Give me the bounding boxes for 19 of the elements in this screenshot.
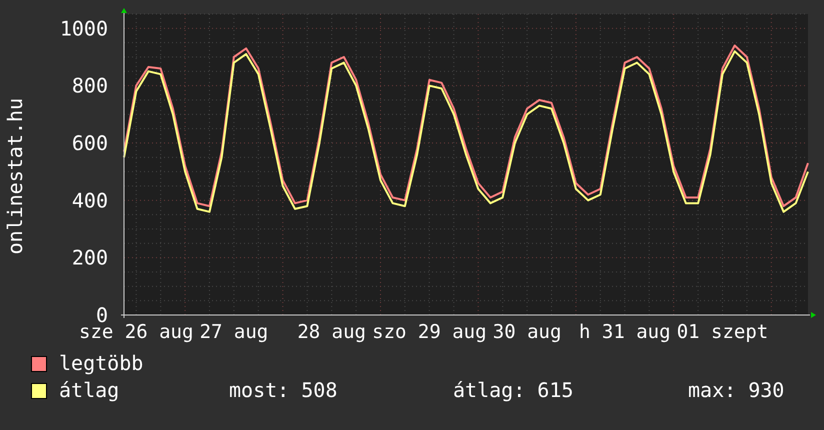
y-tick-label: 600 [72,131,108,155]
x-tick-label: szo 29 aug [372,321,487,343]
legend-swatch [31,356,47,372]
stat-value: átlag: 615 [453,379,574,402]
y-tick-label: 400 [72,188,108,212]
legend-label: legtöbb [31,352,229,375]
legend-label: átlag [31,379,229,402]
stat-value: most: 508 [229,379,338,402]
legend-swatch [31,382,47,398]
x-tick-label: 01 szept [676,321,768,343]
stat-value: max: 930 [688,379,786,402]
axis-title: onlinestat.hu [3,98,27,254]
x-tick-label: 27 aug [200,321,268,343]
y-tick-label: 1000 [60,16,108,40]
y-tick-label: 200 [72,246,108,270]
x-tick-label: h 31 aug [579,321,671,343]
x-tick-label: 28 aug [297,321,366,343]
x-tick-label: 30 aug [492,321,562,343]
y-tick-label: 800 [72,74,108,98]
